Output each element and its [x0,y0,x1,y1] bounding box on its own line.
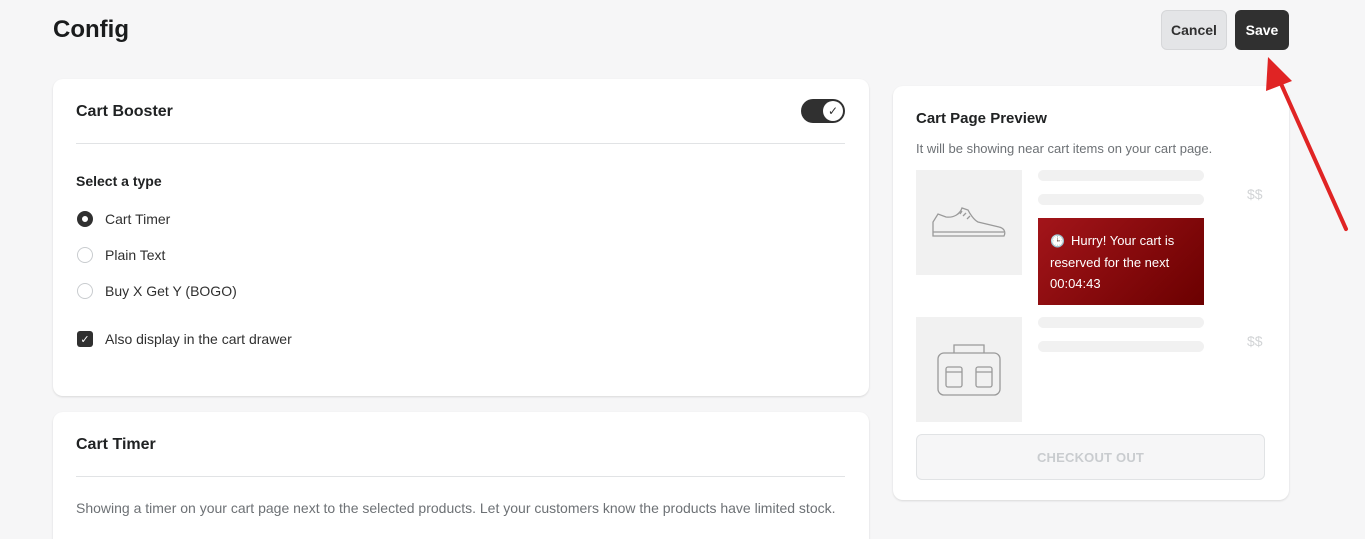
radio-bogo[interactable]: Buy X Get Y (BOGO) [77,283,237,299]
bag-icon [937,344,1001,396]
radio-unchecked-icon[interactable] [77,247,93,263]
placeholder-bar [1038,170,1204,181]
cart-preview-card: Cart Page Preview It will be showing nea… [893,86,1289,500]
divider [76,143,845,144]
cart-preview-title: Cart Page Preview [916,110,1047,127]
radio-plain-text[interactable]: Plain Text [77,247,165,263]
placeholder-bar [1038,194,1204,205]
placeholder-bar [1038,317,1204,328]
hurry-text-line2: reserved for the next [1050,255,1170,270]
hurry-text-line1: Hurry! Your cart is [1070,233,1175,248]
select-type-label: Select a type [76,173,162,189]
hurry-timer: 00:04:43 [1050,276,1101,291]
cart-drawer-label: Also display in the cart drawer [105,331,292,347]
radio-unchecked-icon[interactable] [77,283,93,299]
radio-label: Buy X Get Y (BOGO) [105,283,237,299]
radio-cart-timer[interactable]: Cart Timer [77,211,170,227]
clock-icon: 🕒 [1050,234,1065,248]
check-icon: ✓ [823,101,843,121]
placeholder-bar [1038,341,1204,352]
cart-drawer-checkbox-row[interactable]: ✓ Also display in the cart drawer [77,331,292,347]
product-thumbnail [916,170,1022,275]
checkbox-checked-icon[interactable]: ✓ [77,331,93,347]
page-title: Config [53,16,129,43]
sneaker-icon [932,207,1006,237]
checkout-button[interactable]: CHECKOUT OUT [916,434,1265,480]
cart-timer-description: Showing a timer on your cart page next t… [76,500,836,516]
divider [76,476,845,477]
radio-label: Plain Text [105,247,166,263]
save-button[interactable]: Save [1235,10,1289,50]
cart-booster-title: Cart Booster [76,103,173,120]
cart-timer-banner: 🕒 Hurry! Your cart is reserved for the ne… [1038,218,1204,305]
price-placeholder: $$ [1247,333,1263,349]
cancel-button[interactable]: Cancel [1161,10,1227,50]
radio-checked-icon[interactable] [77,211,93,227]
cart-timer-title: Cart Timer [76,436,156,453]
cart-preview-subtitle: It will be showing near cart items on yo… [916,141,1213,156]
cart-booster-toggle[interactable]: ✓ [801,99,845,123]
red-arrow-icon [1266,57,1348,231]
product-thumbnail [916,317,1022,422]
cart-booster-card: Cart Booster ✓ Select a type Cart Timer … [53,79,869,396]
cart-timer-card: Cart Timer Showing a timer on your cart … [53,412,869,539]
radio-label: Cart Timer [105,211,171,227]
